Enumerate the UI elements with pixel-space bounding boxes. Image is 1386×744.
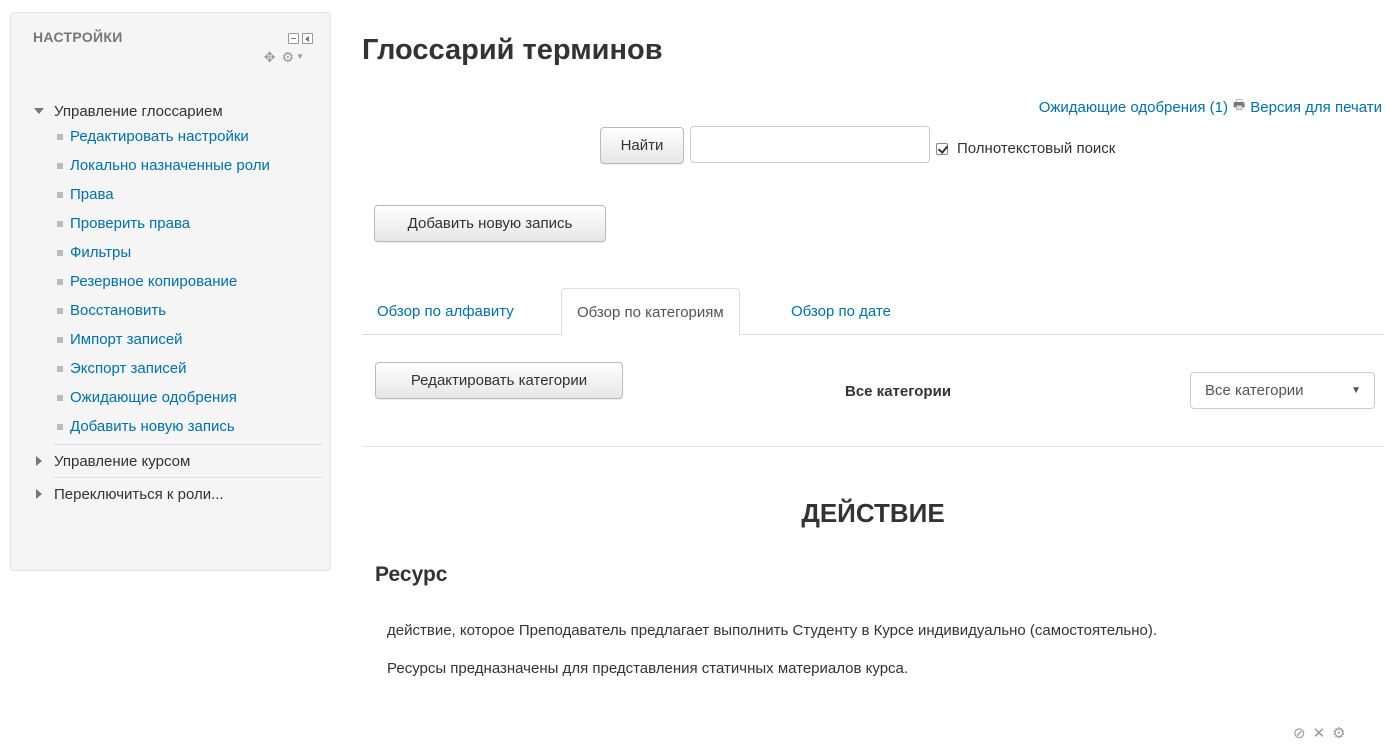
settings-item-restore[interactable]: Восстановить <box>57 300 323 322</box>
settings-item-backup[interactable]: Резервное копирование <box>57 271 323 293</box>
branch-switch-role[interactable]: Переключиться к роли... <box>33 478 323 510</box>
settings-item-check-permissions[interactable]: Проверить права <box>57 213 323 235</box>
fulltext-checkbox[interactable] <box>936 142 948 155</box>
settings-item-add-entry[interactable]: Добавить новую запись <box>57 416 323 438</box>
expanded-arrow-icon <box>34 108 44 114</box>
settings-item-import[interactable]: Импорт записей <box>57 329 323 351</box>
printer-icon: 🖶 <box>1233 97 1246 112</box>
tab-category[interactable]: Обзор по категориям <box>561 288 740 336</box>
collapsed-arrow-icon <box>36 489 42 499</box>
branch-course-admin[interactable]: Управление курсом <box>33 445 323 477</box>
settings-item-edit-settings[interactable]: Редактировать настройки <box>57 126 323 148</box>
tab-alphabet[interactable]: Обзор по алфавиту <box>362 288 529 335</box>
block-tools: ✥ ⚙ ▼ <box>264 49 308 66</box>
gear-icon[interactable]: ⚙ <box>1332 724 1345 742</box>
gear-icon[interactable]: ⚙ <box>282 49 295 66</box>
branch-glossary-admin[interactable]: Управление глоссарием <box>33 100 323 122</box>
settings-block: НАСТРОЙКИ ✥ ⚙ ▼ Управление глоссарием Ре… <box>10 12 331 571</box>
current-category-label: Все категории <box>845 383 952 400</box>
add-entry-button[interactable]: Добавить новую запись <box>374 205 606 242</box>
entry-definition-line: действие, которое Преподаватель предлага… <box>387 622 1157 639</box>
fulltext-label: Полнотекстовый поиск <box>957 140 1116 157</box>
block-icon[interactable]: ⊘ <box>1293 724 1306 742</box>
delete-icon[interactable]: ✕ <box>1313 724 1326 742</box>
branch-label: Управление глоссарием <box>54 102 223 120</box>
collapse-block-icon[interactable] <box>288 33 299 44</box>
page-title: Глоссарий терминов <box>362 34 663 66</box>
dock-block-icon[interactable] <box>302 33 313 44</box>
settings-item-export[interactable]: Экспорт записей <box>57 358 323 380</box>
category-select-value: Все категории <box>1205 382 1304 399</box>
branch-label: Переключиться к роли... <box>54 485 224 503</box>
chevron-down-icon: ▼ <box>1351 385 1361 396</box>
divider <box>362 446 1384 447</box>
entry-concept: Ресурс <box>375 563 448 586</box>
tab-date[interactable]: Обзор по дате <box>776 288 906 335</box>
print-version-link[interactable]: Версия для печати <box>1250 99 1382 116</box>
category-heading: ДЕЙСТВИЕ <box>801 498 945 528</box>
move-icon[interactable]: ✥ <box>264 49 276 66</box>
settings-item-permissions[interactable]: Права <box>57 184 323 206</box>
pending-approval-link[interactable]: Ожидающие одобрения (1) <box>1039 99 1228 116</box>
settings-item-filters[interactable]: Фильтры <box>57 242 323 264</box>
settings-item-pending[interactable]: Ожидающие одобрения <box>57 387 323 409</box>
chevron-down-icon[interactable]: ▼ <box>296 52 304 69</box>
edit-categories-button[interactable]: Редактировать категории <box>375 362 623 399</box>
settings-item-local-roles[interactable]: Локально назначенные роли <box>57 155 290 177</box>
entry-actions: ⊘ ✕ ⚙ <box>1293 724 1346 742</box>
branch-label: Управление курсом <box>54 452 191 470</box>
block-title: НАСТРОЙКИ <box>33 29 123 45</box>
glossary-admin-list: Редактировать настройки Локально назначе… <box>33 126 323 438</box>
block-actions <box>288 33 313 44</box>
collapsed-arrow-icon <box>36 456 42 466</box>
fulltext-option: Полнотекстовый поиск <box>936 140 1115 157</box>
category-select[interactable]: Все категории ▼ <box>1190 372 1375 409</box>
search-button[interactable]: Найти <box>600 127 684 164</box>
settings-tree: Управление глоссарием Редактировать наст… <box>33 100 323 510</box>
entry-definition-line: Ресурсы предназначены для представления … <box>387 660 909 677</box>
search-input[interactable] <box>690 126 930 163</box>
browse-tabs: Обзор по алфавиту Обзор по категориям Об… <box>362 288 1384 336</box>
top-links: Ожидающие одобрения (1) 🖶 Версия для печ… <box>1039 96 1382 118</box>
